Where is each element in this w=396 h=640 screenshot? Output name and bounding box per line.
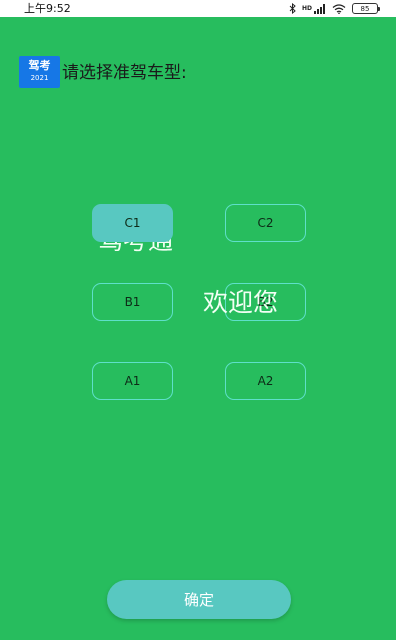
status-bar: 上午9:52 HD 85 [0, 0, 396, 17]
logo-title: 驾考 [28, 59, 51, 72]
license-option-c2[interactable]: C2 [225, 204, 306, 242]
battery-level: 85 [360, 4, 370, 13]
wifi-icon [332, 3, 346, 14]
hd-label: HD [301, 4, 312, 12]
status-icons: HD 85 [289, 1, 380, 16]
logo-year: 2021 [30, 74, 49, 82]
license-prompt: 请选择准驾车型: [62, 63, 187, 83]
status-time: 上午9:52 [24, 2, 71, 15]
bluetooth-icon [289, 3, 296, 14]
license-option-a1[interactable]: A1 [92, 362, 173, 400]
license-option-a2[interactable]: A2 [225, 362, 306, 400]
confirm-button[interactable]: 确定 [107, 580, 291, 619]
signal-icon [314, 3, 326, 14]
license-option-b1[interactable]: B1 [92, 283, 173, 321]
battery-icon: 85 [352, 3, 380, 14]
license-option-c1[interactable]: C1 [92, 204, 173, 242]
app-logo: 驾考 2021 [19, 56, 60, 88]
welcome-watermark: 欢迎您 [203, 288, 279, 317]
